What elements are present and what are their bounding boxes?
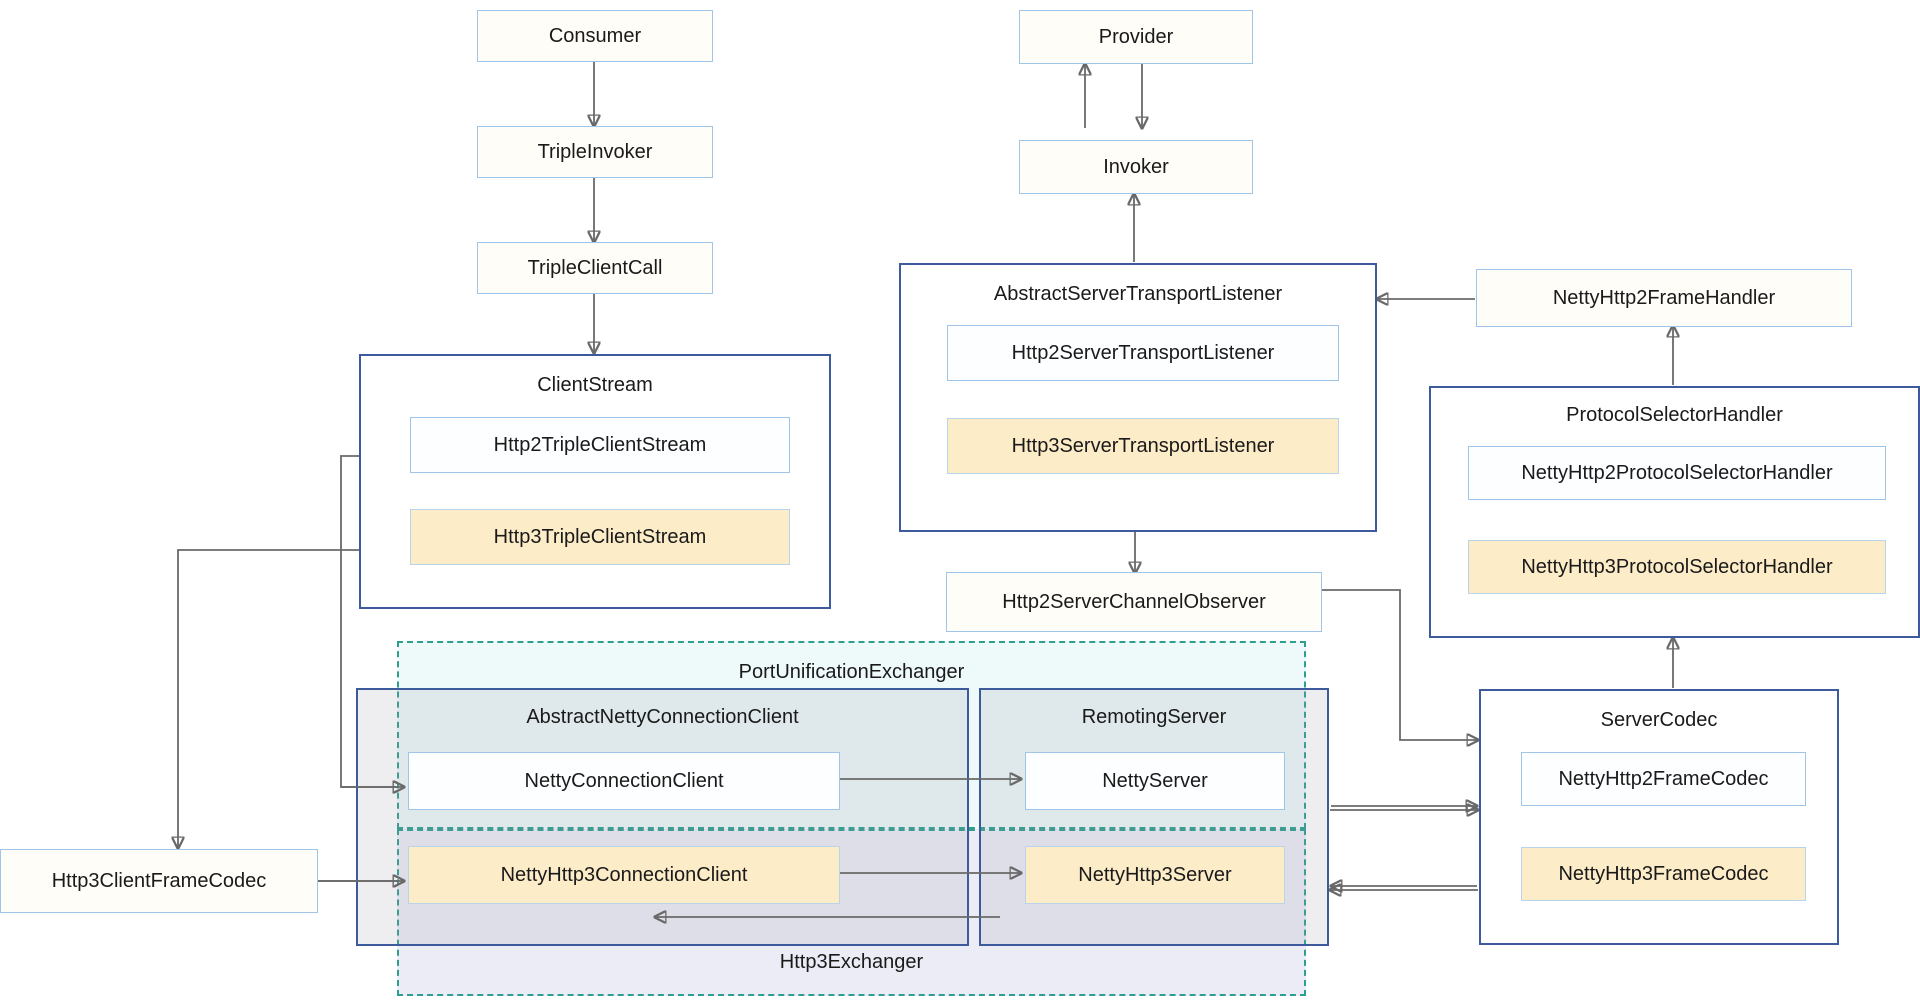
abstract-netty-connection-client-panel: AbstractNettyConnectionClient NettyConne…	[356, 688, 969, 946]
netty-http3-protocol-selector-handler-box[interactable]: NettyHttp3ProtocolSelectorHandler	[1468, 540, 1886, 594]
consumer-box[interactable]: Consumer	[477, 10, 713, 62]
http3-server-transport-listener-box[interactable]: Http3ServerTransportListener	[947, 418, 1339, 474]
netty-http2-protocol-selector-handler-box[interactable]: NettyHttp2ProtocolSelectorHandler	[1468, 446, 1886, 500]
invoker-box[interactable]: Invoker	[1019, 140, 1253, 194]
server-codec-group: ServerCodec NettyHttp2FrameCodec NettyHt…	[1479, 689, 1839, 945]
remoting-server-title: RemotingServer	[1081, 706, 1227, 728]
http2-server-channel-observer-box[interactable]: Http2ServerChannelObserver	[946, 572, 1322, 632]
abstract-netty-connection-client-title: AbstractNettyConnectionClient	[526, 706, 799, 728]
netty-http3-connection-client-box[interactable]: NettyHttp3ConnectionClient	[408, 846, 840, 904]
http2-server-transport-listener-box[interactable]: Http2ServerTransportListener	[947, 325, 1339, 381]
http3-client-frame-codec-box[interactable]: Http3ClientFrameCodec	[0, 849, 318, 913]
abstract-server-transport-listener-group: AbstractServerTransportListener Http2Ser…	[899, 263, 1377, 532]
http3-triple-client-stream-box[interactable]: Http3TripleClientStream	[410, 509, 790, 565]
provider-box[interactable]: Provider	[1019, 10, 1253, 64]
architecture-diagram: Consumer TripleInvoker TripleClientCall …	[0, 0, 1920, 1006]
netty-http3-frame-codec-box[interactable]: NettyHttp3FrameCodec	[1521, 847, 1806, 901]
protocol-selector-handler-title: ProtocolSelectorHandler	[1566, 404, 1783, 426]
triple-client-call-box[interactable]: TripleClientCall	[477, 242, 713, 294]
netty-http2-frame-codec-box[interactable]: NettyHttp2FrameCodec	[1521, 752, 1806, 806]
triple-invoker-box[interactable]: TripleInvoker	[477, 126, 713, 178]
netty-server-box[interactable]: NettyServer	[1025, 752, 1285, 810]
server-codec-title: ServerCodec	[1600, 709, 1718, 731]
client-stream-group: ClientStream Http2TripleClientStream Htt…	[359, 354, 831, 609]
protocol-selector-handler-group: ProtocolSelectorHandler NettyHttp2Protoc…	[1429, 386, 1920, 638]
netty-http2-frame-handler-box[interactable]: NettyHttp2FrameHandler	[1476, 269, 1852, 327]
port-unification-exchanger-label: PortUnificationExchanger	[738, 661, 965, 683]
remoting-server-panel: RemotingServer NettyServer NettyHttp3Ser…	[979, 688, 1329, 946]
client-stream-title: ClientStream	[537, 374, 653, 396]
netty-http3-server-box[interactable]: NettyHttp3Server	[1025, 846, 1285, 904]
netty-connection-client-box[interactable]: NettyConnectionClient	[408, 752, 840, 810]
abstract-server-transport-listener-title: AbstractServerTransportListener	[993, 283, 1283, 305]
http2-triple-client-stream-box[interactable]: Http2TripleClientStream	[410, 417, 790, 473]
http3-exchanger-label: Http3Exchanger	[779, 951, 924, 973]
